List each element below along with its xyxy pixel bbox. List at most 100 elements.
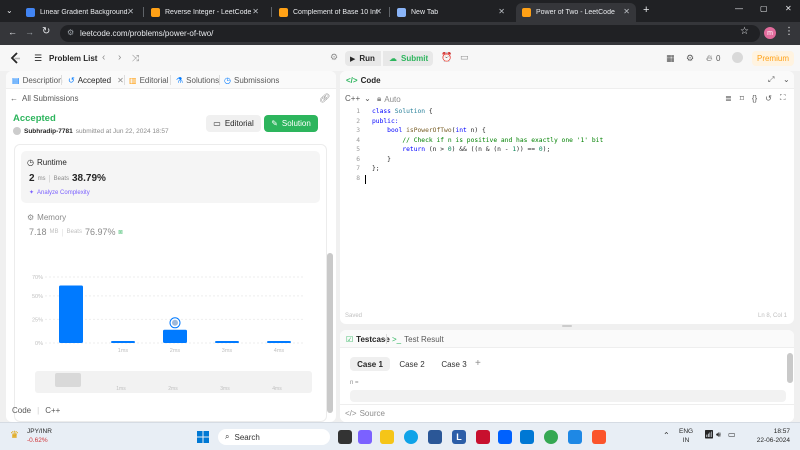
browser-tab[interactable]: New Tab ✕ bbox=[391, 3, 511, 22]
chart-bar[interactable] bbox=[215, 341, 239, 343]
tab-editorial[interactable]: ▥ Editorial bbox=[129, 76, 168, 85]
task-view-icon[interactable] bbox=[338, 430, 352, 444]
minimize-button[interactable]: — bbox=[735, 4, 743, 13]
tab-testcase[interactable]: ☑ Testcase bbox=[346, 335, 390, 344]
mcafee-icon[interactable] bbox=[476, 430, 490, 444]
language-indicator[interactable]: ENG IN bbox=[679, 427, 693, 445]
maximize-button[interactable]: ▢ bbox=[760, 4, 768, 13]
source-link[interactable]: </> Source bbox=[345, 409, 385, 418]
case-input-field[interactable] bbox=[350, 390, 786, 402]
next-problem-icon[interactable]: › bbox=[118, 52, 121, 63]
link-icon[interactable]: 🔗︎ bbox=[319, 93, 330, 104]
maximize-icon[interactable]: ⤢ bbox=[768, 75, 774, 85]
problem-list-link[interactable]: Problem List bbox=[49, 54, 97, 63]
leetcode-logo-icon[interactable] bbox=[10, 52, 21, 65]
file-explorer-icon[interactable] bbox=[380, 430, 394, 444]
prev-problem-icon[interactable]: ‹ bbox=[102, 52, 105, 63]
premium-button[interactable]: Premium bbox=[752, 51, 794, 66]
tab-test-result[interactable]: >_ Test Result bbox=[392, 335, 444, 344]
close-tab-icon[interactable]: ✕ bbox=[623, 7, 630, 16]
close-tab-icon[interactable]: ✕ bbox=[375, 7, 382, 16]
braces-icon[interactable]: {} bbox=[752, 94, 757, 103]
browser-tab[interactable]: Linear Gradient Background. ✕ bbox=[20, 3, 140, 22]
close-tab-icon[interactable]: ✕ bbox=[127, 7, 134, 16]
tab-accepted[interactable]: ↺ Accepted ✕ bbox=[68, 76, 124, 85]
tab-search-icon[interactable]: ⌄ bbox=[6, 6, 13, 15]
analyze-complexity-link[interactable]: ✦ Analyze Complexity bbox=[29, 189, 90, 197]
case-2-tab[interactable]: Case 2 bbox=[392, 357, 432, 371]
vscode-icon[interactable] bbox=[520, 430, 534, 444]
bookmark-icon[interactable]: ⌑ bbox=[740, 94, 744, 103]
run-button[interactable]: ▶ Run bbox=[345, 51, 381, 66]
reset-icon[interactable]: ↺ bbox=[765, 94, 772, 103]
reload-icon[interactable]: ↻ bbox=[42, 26, 50, 37]
brave-icon[interactable] bbox=[592, 430, 606, 444]
all-submissions-link[interactable]: ← All Submissions bbox=[10, 94, 78, 103]
code-area[interactable]: 1 class Solution {2 public: 3 bool isPowerO… bbox=[340, 108, 794, 188]
testcase-scrollbar[interactable] bbox=[787, 353, 793, 383]
edge-browser-icon[interactable] bbox=[404, 430, 418, 444]
windows-start-icon[interactable] bbox=[197, 431, 209, 443]
case-1-tab[interactable]: Case 1 bbox=[350, 357, 390, 371]
runtime-box[interactable]: ◷ Runtime 2 ms | Beats 38.79% ✦ Analyze Co… bbox=[21, 151, 320, 203]
taskbar-search[interactable]: ⌕ Search bbox=[218, 429, 330, 445]
username[interactable]: Subhradip-7781 bbox=[24, 128, 73, 135]
wifi-icon[interactable]: 📶︎ bbox=[704, 430, 714, 439]
editorial-button[interactable]: ▭ Editorial bbox=[206, 115, 261, 132]
add-case-button[interactable]: + bbox=[475, 358, 481, 369]
browser-menu-icon[interactable]: ⋮ bbox=[784, 26, 794, 37]
memory-box[interactable]: ⚙ Memory 7.18 MB | Beats 76.97% ◙ bbox=[21, 207, 320, 247]
tab-solutions[interactable]: ⚗ Solutions bbox=[176, 76, 219, 85]
dropbox-icon[interactable] bbox=[498, 430, 512, 444]
minimize-panel-icon[interactable]: ⌄ bbox=[783, 75, 790, 84]
battery-icon[interactable]: ▭ bbox=[728, 430, 736, 439]
close-tab-icon[interactable]: ✕ bbox=[117, 76, 124, 85]
chart-bar[interactable] bbox=[111, 341, 135, 343]
language-select[interactable]: C++ ⌄ bbox=[345, 94, 371, 103]
photos-icon[interactable] bbox=[568, 430, 582, 444]
close-tab-icon[interactable]: ✕ bbox=[498, 7, 505, 16]
store-icon[interactable] bbox=[428, 430, 442, 444]
left-scrollbar[interactable] bbox=[327, 253, 333, 413]
chevron-up-icon[interactable]: ⌃ bbox=[663, 431, 670, 440]
profile-avatar[interactable]: m bbox=[764, 27, 776, 39]
settings-gear-icon[interactable]: ⚙ bbox=[686, 53, 694, 64]
case-3-tab[interactable]: Case 3 bbox=[434, 357, 474, 371]
close-tab-icon[interactable]: ✕ bbox=[252, 7, 259, 16]
volume-icon[interactable]: 🔊︎ bbox=[716, 430, 721, 440]
chat-app-icon[interactable] bbox=[358, 430, 372, 444]
chart-bar[interactable] bbox=[267, 341, 291, 343]
chart-bar[interactable] bbox=[59, 285, 83, 343]
format-icon[interactable]: ≣ bbox=[725, 94, 732, 103]
browser-tab[interactable]: Power of Two - LeetCode ✕ bbox=[516, 3, 636, 22]
layout-icon[interactable]: ▦ bbox=[666, 53, 675, 64]
bookmark-star-icon[interactable]: ☆ bbox=[740, 26, 749, 37]
chart-minimap[interactable]: 1ms 2ms 3ms 4ms bbox=[35, 371, 312, 393]
forward-icon[interactable]: → bbox=[25, 27, 34, 37]
user-avatar[interactable] bbox=[732, 52, 743, 63]
panel-resize-handle[interactable] bbox=[562, 325, 572, 327]
url-field[interactable]: ⚙ leetcode.com/problems/power-of-two/ bbox=[60, 25, 760, 42]
note-icon[interactable]: ▭ bbox=[460, 52, 469, 63]
chart-bar[interactable] bbox=[163, 329, 187, 343]
clock[interactable]: 18:57 22-06-2024 bbox=[745, 427, 790, 445]
browser-tab[interactable]: Reverse Integer - LeetCode ✕ bbox=[145, 3, 265, 22]
streak-fire-icon[interactable]: 🔥︎ bbox=[706, 53, 713, 64]
submit-button[interactable]: ☁ Submit bbox=[383, 51, 433, 66]
browser-tab[interactable]: Complement of Base 10 Integ ✕ bbox=[273, 3, 388, 22]
back-icon[interactable]: ← bbox=[8, 27, 17, 37]
tab-code[interactable]: </> Code bbox=[346, 76, 381, 85]
solution-button[interactable]: ✎ Solution bbox=[264, 115, 318, 132]
auto-mode-toggle[interactable]: 🔒︎ Auto bbox=[377, 94, 401, 104]
lens-app-icon[interactable]: L bbox=[452, 430, 466, 444]
chrome-icon[interactable] bbox=[544, 430, 558, 444]
shuffle-icon[interactable]: ⤨ bbox=[132, 53, 139, 64]
alarm-icon[interactable]: ⏰ bbox=[441, 52, 452, 63]
site-info-icon[interactable]: ⚙ bbox=[67, 28, 74, 37]
market-widget-icon[interactable]: ♛ bbox=[10, 430, 19, 441]
currency-pair[interactable]: JPY/INR bbox=[27, 428, 52, 435]
new-tab-button[interactable]: + bbox=[643, 4, 649, 16]
close-window-button[interactable]: ✕ bbox=[785, 4, 792, 13]
fullscreen-icon[interactable]: ⛶ bbox=[780, 93, 786, 103]
tab-submissions[interactable]: ◷ Submissions bbox=[224, 76, 279, 85]
